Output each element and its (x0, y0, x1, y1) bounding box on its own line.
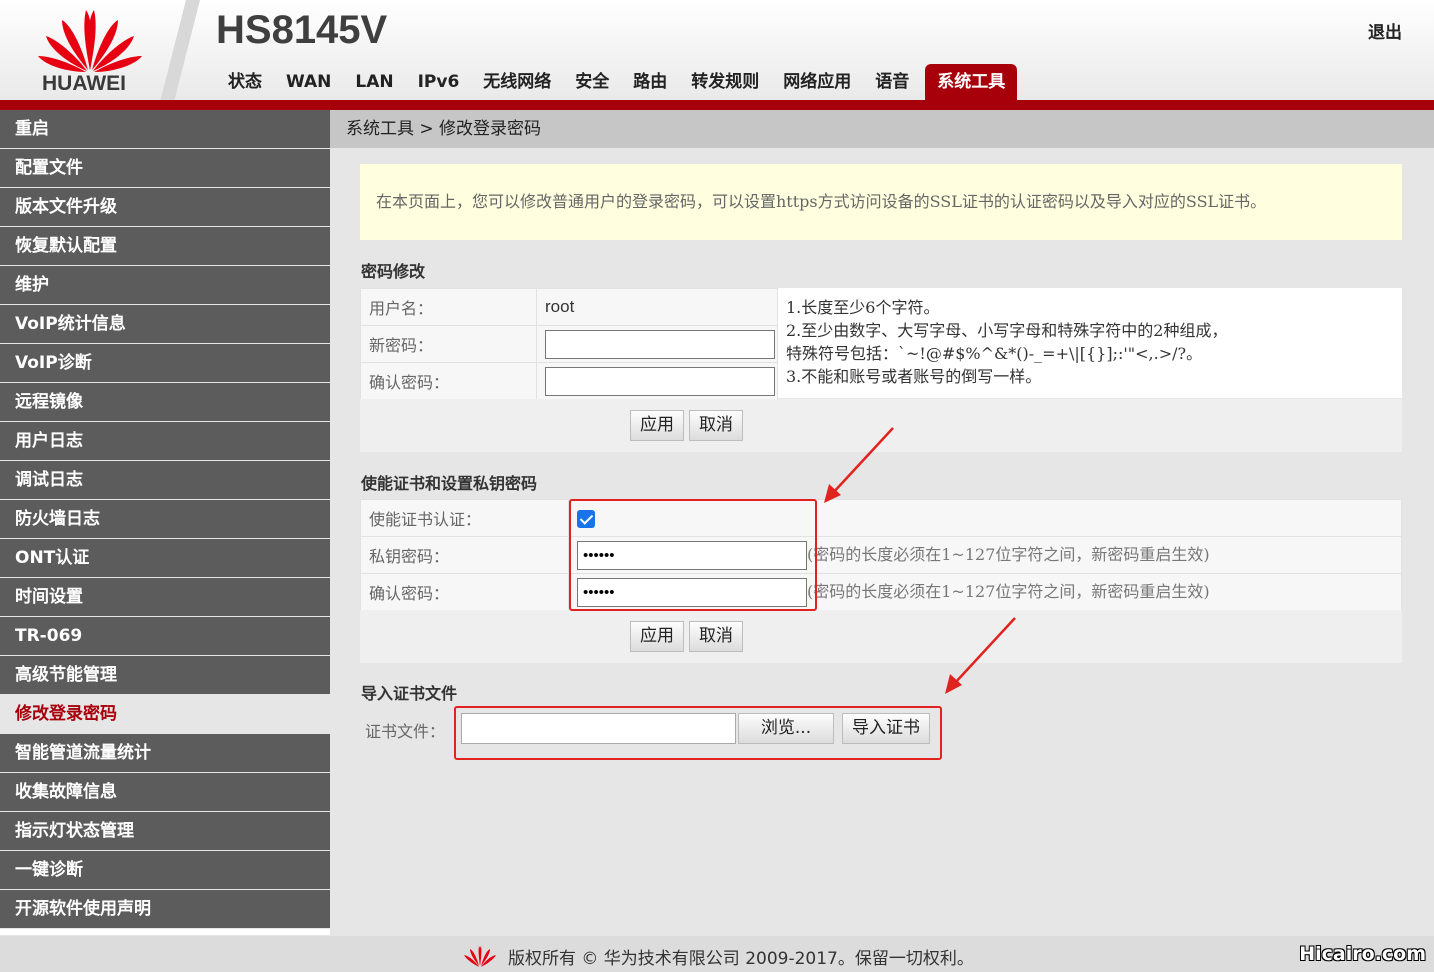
password-cancel-button[interactable]: 取消 (689, 410, 743, 441)
new-password-label: 新密码： (360, 325, 537, 363)
sidebar-item-firmware-upgrade[interactable]: 版本文件升级 (0, 188, 330, 226)
cert-confirm-note: (密码的长度必须在1~127位字符之间，新密码重启生效) (807, 581, 1210, 601)
cert-form: 使能证书认证： 私钥密码： (密码的长度必须在1~127位字符之间，新密码重启生… (360, 499, 1402, 611)
sidebar-item-user-log[interactable]: 用户日志 (0, 422, 330, 460)
tab-system-tools[interactable]: 系统工具 (925, 64, 1018, 102)
tab-wan[interactable]: WAN (274, 64, 343, 100)
password-form: 用户名： root 新密码： 确认密码： (360, 288, 778, 400)
confirm-password-label: 确认密码： (360, 362, 537, 400)
cert-button-bar: 应用 取消 (360, 610, 1402, 663)
cert-apply-button[interactable]: 应用 (630, 621, 684, 652)
password-rule-2-cont: 特殊符号包括：`~!@#$%^&*()-_=+\|[{}];:'"<,.>/?。 (786, 344, 1203, 363)
sidebar-item-one-click-diag[interactable]: 一键诊断 (0, 851, 330, 889)
huawei-footer-logo-icon (464, 946, 496, 967)
sidebar-item-firewall-log[interactable]: 防火墙日志 (0, 500, 330, 538)
password-apply-button[interactable]: 应用 (630, 410, 684, 441)
password-rule-3: 3.不能和账号或者账号的倒写一样。 (786, 367, 1042, 386)
tab-lan[interactable]: LAN (343, 64, 405, 100)
tab-network-apps[interactable]: 网络应用 (771, 64, 863, 100)
sidebar-item-config-file[interactable]: 配置文件 (0, 149, 330, 187)
tab-status[interactable]: 状态 (216, 64, 274, 100)
sidebar-item-time-settings[interactable]: 时间设置 (0, 578, 330, 616)
sidebar-item-remote-mirror[interactable]: 远程镜像 (0, 383, 330, 421)
breadcrumb: 系统工具 > 修改登录密码 (330, 110, 1434, 148)
sidebar-item-voip-stats[interactable]: VoIP统计信息 (0, 305, 330, 343)
new-password-input[interactable] (545, 329, 775, 359)
sidebar-item-tr069[interactable]: TR-069 (0, 617, 330, 655)
password-button-bar: 应用 取消 (360, 399, 1402, 452)
sidebar-item-restore-default[interactable]: 恢复默认配置 (0, 227, 330, 265)
username-value: root (545, 297, 575, 316)
footer: 版权所有 © 华为技术有限公司 2009-2017。保留一切权利。 Hicair… (0, 936, 1434, 972)
sidebar-item-collect-fault-info[interactable]: 收集故障信息 (0, 773, 330, 811)
tab-forward-rules[interactable]: 转发规则 (679, 64, 771, 100)
sidebar-tail (0, 929, 330, 935)
logout-link[interactable]: 退出 (1368, 18, 1402, 43)
tab-wireless[interactable]: 无线网络 (471, 64, 563, 100)
enable-cert-checkbox[interactable] (577, 509, 595, 528)
tab-voice[interactable]: 语音 (863, 64, 921, 100)
sidebar-item-voip-diag[interactable]: VoIP诊断 (0, 344, 330, 382)
header: HUAWEI HS8145V 退出 状态 WAN LAN IPv6 无线网络 安… (0, 0, 1434, 102)
cert-file-label: 证书文件： (365, 722, 446, 741)
sidebar-item-reboot[interactable]: 重启 (0, 110, 330, 148)
sidebar-item-led-management[interactable]: 指示灯状态管理 (0, 812, 330, 850)
tab-route[interactable]: 路由 (621, 64, 679, 100)
password-rule-1: 1.长度至少6个字符。 (786, 298, 940, 317)
password-rule-2: 2.至少由数字、大写字母、小写字母和特殊字符中的2种组成， (786, 321, 1228, 340)
sidebar: 重启 配置文件 版本文件升级 恢复默认配置 维护 VoIP统计信息 VoIP诊断… (0, 110, 330, 935)
watermark: Hicairo.com (1299, 943, 1426, 965)
password-section-title: 密码修改 (361, 262, 426, 281)
sidebar-item-maintenance[interactable]: 维护 (0, 266, 330, 304)
page-description: 在本页面上，您可以修改普通用户的登录密码，可以设置https方式访问设备的SSL… (360, 164, 1402, 240)
private-key-label: 私钥密码： (360, 536, 569, 574)
browse-button[interactable]: 浏览... (738, 713, 834, 744)
brand-name: HUAWEI (42, 72, 126, 95)
main-content: 系统工具 > 修改登录密码 在本页面上，您可以修改普通用户的登录密码，可以设置h… (330, 110, 1434, 936)
cert-section-title: 使能证书和设置私钥密码 (361, 474, 538, 493)
tab-ipv6[interactable]: IPv6 (406, 64, 472, 100)
sidebar-item-open-source[interactable]: 开源软件使用声明 (0, 890, 330, 928)
import-cert-button[interactable]: 导入证书 (842, 713, 930, 744)
sidebar-item-debug-log[interactable]: 调试日志 (0, 461, 330, 499)
sidebar-item-ont-auth[interactable]: ONT认证 (0, 539, 330, 577)
private-key-note: (密码的长度必须在1~127位字符之间，新密码重启生效) (807, 544, 1210, 564)
sidebar-item-change-password[interactable]: 修改登录密码 (0, 695, 330, 733)
confirm-password-input[interactable] (545, 366, 775, 396)
import-section-title: 导入证书文件 (361, 684, 458, 703)
cert-confirm-input[interactable] (577, 577, 807, 607)
private-key-input[interactable] (577, 540, 807, 570)
device-model: HS8145V (216, 8, 388, 52)
sidebar-item-power-saving[interactable]: 高级节能管理 (0, 656, 330, 694)
top-nav: 状态 WAN LAN IPv6 无线网络 安全 路由 转发规则 网络应用 语音 … (216, 64, 1018, 102)
header-stripe (0, 100, 1434, 110)
tab-security[interactable]: 安全 (563, 64, 621, 100)
header-divider (160, 0, 200, 102)
cert-confirm-label: 确认密码： (360, 573, 569, 611)
enable-cert-label: 使能证书认证： (360, 499, 569, 537)
username-label: 用户名： (360, 288, 537, 326)
cert-cancel-button[interactable]: 取消 (689, 621, 743, 652)
cert-file-path-input[interactable] (461, 713, 736, 744)
password-rules: 1.长度至少6个字符。 2.至少由数字、大写字母、小写字母和特殊字符中的2种组成… (778, 288, 1402, 398)
copyright-text: 版权所有 © 华为技术有限公司 2009-2017。保留一切权利。 (508, 949, 974, 969)
sidebar-item-traffic-stats[interactable]: 智能管道流量统计 (0, 734, 330, 772)
